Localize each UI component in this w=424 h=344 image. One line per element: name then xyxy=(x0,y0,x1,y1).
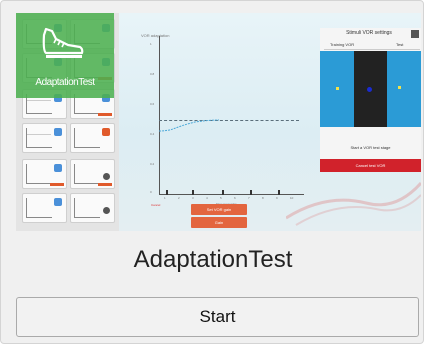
app-title: AdaptationTest xyxy=(133,246,293,273)
set-gain-label: Set VOR gain xyxy=(206,207,232,212)
y-tick: 0.4 xyxy=(150,132,155,136)
app-card[interactable]: AdaptationTest VOR adaptation 1 0.8 0.6 … xyxy=(0,0,424,344)
thumbnail-plot: VOR adaptation 1 0.8 0.6 0.4 0.2 0 1 2 3… xyxy=(126,28,311,207)
tab-test: Test xyxy=(396,42,404,47)
panel-title: Stimuli VOR settings xyxy=(346,30,392,36)
x-tick: 8 xyxy=(262,196,264,200)
vor-settings-panel: Stimuli VOR settings Training VOR Test S… xyxy=(320,28,421,172)
sneaker-icon xyxy=(42,27,84,58)
x-tick: 9 xyxy=(276,196,278,200)
tile xyxy=(70,123,115,153)
cancel-marker: Cancel xyxy=(151,203,161,207)
panel-subtitle: Start a VOR test stage xyxy=(350,145,391,150)
x-tick: 4 xyxy=(206,196,208,200)
x-axis xyxy=(159,194,304,195)
y-tick: 0.6 xyxy=(150,102,155,106)
decorative-swoosh xyxy=(286,182,421,226)
stimulus-dot xyxy=(336,87,339,90)
set-gain-button-preview: Set VOR gain xyxy=(191,204,247,215)
app-badge: AdaptationTest xyxy=(16,13,114,98)
y-tick: 0 xyxy=(150,190,152,194)
response-curve xyxy=(159,119,220,132)
x-tick-mark xyxy=(192,190,194,195)
fixation-dot xyxy=(367,87,372,92)
tile xyxy=(70,159,115,189)
gain-button-preview: Gain xyxy=(191,217,247,228)
badge-label: AdaptationTest xyxy=(35,77,95,88)
y-tick: 0.8 xyxy=(150,72,155,76)
y-axis xyxy=(159,36,160,194)
x-tick: 7 xyxy=(248,196,250,200)
gain-label: Gain xyxy=(214,220,224,225)
tab-training: Training VOR xyxy=(330,42,355,47)
x-tick-mark xyxy=(222,190,224,195)
y-tick: 0.2 xyxy=(150,162,155,166)
panel-tabs: Training VOR Test xyxy=(324,42,420,50)
tile xyxy=(22,159,67,189)
stimulus-dot xyxy=(398,86,401,89)
stimulus-right xyxy=(387,51,421,127)
x-tick-mark xyxy=(278,190,280,195)
plot-title: VOR adaptation xyxy=(141,33,170,38)
x-tick: 2 xyxy=(178,196,180,200)
tile xyxy=(22,123,67,153)
x-tick: 3 xyxy=(192,196,194,200)
cancel-test-button-preview: Cancel test VOR xyxy=(320,159,421,172)
app-thumbnail: AdaptationTest VOR adaptation 1 0.8 0.6 … xyxy=(16,13,421,231)
x-tick-mark xyxy=(250,190,252,195)
cancel-test-label: Cancel test VOR xyxy=(355,163,386,168)
tile xyxy=(70,193,115,223)
x-tick-mark xyxy=(166,190,168,195)
tile xyxy=(22,193,67,223)
y-tick: 1 xyxy=(150,42,152,46)
close-icon xyxy=(411,30,419,38)
stimulus-visual xyxy=(320,51,421,127)
start-button[interactable]: Start xyxy=(16,297,419,337)
x-tick: 5 xyxy=(220,196,222,200)
x-tick: 1 xyxy=(164,196,166,200)
x-tick: 6 xyxy=(234,196,236,200)
